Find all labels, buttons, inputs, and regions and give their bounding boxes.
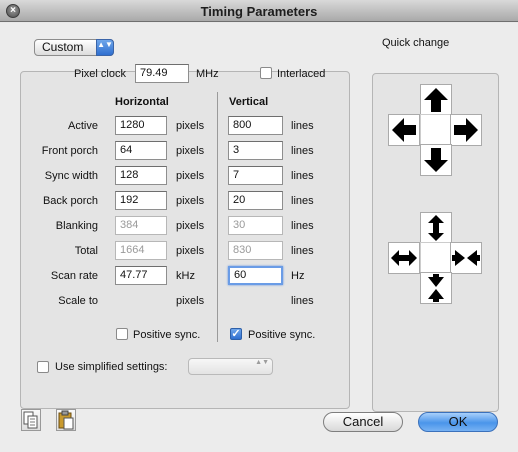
paste-icon xyxy=(58,410,74,430)
copy-icon xyxy=(23,411,38,429)
h-unit-label: kHz xyxy=(176,270,195,282)
popup-arrows-icon: ▲▼ xyxy=(96,39,114,56)
cancel-button[interactable]: Cancel xyxy=(323,412,403,432)
shrink-vertical-button[interactable] xyxy=(420,272,452,304)
v-value-field[interactable]: 20 xyxy=(228,191,283,210)
h-value-field: 384 xyxy=(115,216,167,235)
paste-button[interactable] xyxy=(56,409,76,431)
window-title: Timing Parameters xyxy=(200,4,318,19)
copy-button[interactable] xyxy=(21,409,41,431)
arrow-right-icon xyxy=(454,118,478,142)
h-positive-sync-label: Positive sync. xyxy=(133,329,201,341)
v-value-field[interactable]: 3 xyxy=(228,141,283,160)
h-value-field[interactable]: 1280 xyxy=(115,116,167,135)
v-unit-label: lines xyxy=(291,145,314,157)
h-unit-label: pixels xyxy=(176,295,205,307)
h-value-field[interactable]: 128 xyxy=(115,166,167,185)
interlaced-checkbox[interactable] xyxy=(260,67,272,79)
v-value-field: 30 xyxy=(228,216,283,235)
h-unit-label: pixels xyxy=(176,145,205,157)
expand-horizontal-icon xyxy=(391,250,417,266)
v-unit-label: lines xyxy=(291,220,314,232)
v-value-field[interactable]: 60 xyxy=(228,266,283,285)
v-positive-sync-label: Positive sync. xyxy=(248,329,316,341)
horizontal-header: Horizontal xyxy=(115,96,169,108)
pixel-clock-field[interactable]: 79.49 xyxy=(135,64,189,83)
shift-right-button[interactable] xyxy=(450,114,482,146)
shrink-horizontal-icon xyxy=(452,250,480,266)
h-value-field: 1664 xyxy=(115,241,167,260)
simplified-popup[interactable]: ▲▼ xyxy=(188,358,273,375)
arrow-down-icon xyxy=(424,148,448,172)
h-value-field[interactable]: 64 xyxy=(115,141,167,160)
expand-vertical-icon xyxy=(428,215,444,241)
vertical-header: Vertical xyxy=(229,96,269,108)
h-value-field[interactable]: 47.77 xyxy=(115,266,167,285)
row-label: Scale to xyxy=(58,295,98,307)
shrink-horizontal-button[interactable] xyxy=(450,242,482,274)
expand-horizontal-button[interactable] xyxy=(388,242,420,274)
row-label: Blanking xyxy=(55,220,98,232)
title-bar: × Timing Parameters xyxy=(0,0,518,22)
v-value-field: 830 xyxy=(228,241,283,260)
shift-center xyxy=(420,114,452,146)
simplified-checkbox[interactable] xyxy=(37,361,49,373)
arrow-left-icon xyxy=(392,118,416,142)
quick-change-label: Quick change xyxy=(382,37,450,49)
popup-arrows-icon: ▲▼ xyxy=(255,359,269,366)
h-unit-label: pixels xyxy=(176,170,205,182)
v-unit-label: Hz xyxy=(291,270,305,282)
preset-popup[interactable]: Custom ▲▼ xyxy=(34,39,114,56)
shift-up-button[interactable] xyxy=(420,84,452,116)
interlaced-label: Interlaced xyxy=(277,68,326,80)
row-label: Scan rate xyxy=(50,270,98,282)
v-positive-sync-checkbox[interactable]: ✓ xyxy=(230,328,242,340)
row-label: Total xyxy=(74,245,98,257)
ok-button[interactable]: OK xyxy=(418,412,498,432)
v-unit-label: lines xyxy=(291,245,314,257)
h-unit-label: pixels xyxy=(176,195,205,207)
row-label: Sync width xyxy=(44,170,98,182)
shrink-vertical-icon xyxy=(428,274,444,302)
expand-vertical-button[interactable] xyxy=(420,212,452,244)
h-positive-sync-checkbox[interactable] xyxy=(116,328,128,340)
arrow-up-icon xyxy=(424,88,448,112)
h-unit-label: pixels xyxy=(176,245,205,257)
v-value-field[interactable]: 7 xyxy=(228,166,283,185)
row-label: Active xyxy=(68,120,98,132)
v-unit-label: lines xyxy=(291,170,314,182)
row-label: Front porch xyxy=(41,145,98,157)
h-value-field[interactable]: 192 xyxy=(115,191,167,210)
pixel-clock-label: Pixel clock xyxy=(74,68,126,80)
preset-value: Custom xyxy=(42,40,84,54)
pixel-clock-unit: MHz xyxy=(196,68,219,80)
column-divider xyxy=(217,92,218,342)
h-unit-label: pixels xyxy=(176,120,205,132)
h-unit-label: pixels xyxy=(176,220,205,232)
v-unit-label: lines xyxy=(291,120,314,132)
shift-left-button[interactable] xyxy=(388,114,420,146)
row-label: Back porch xyxy=(42,195,98,207)
v-unit-label: lines xyxy=(291,195,314,207)
resize-center xyxy=(420,242,452,274)
v-value-field[interactable]: 800 xyxy=(228,116,283,135)
simplified-label: Use simplified settings: xyxy=(55,361,168,373)
shift-down-button[interactable] xyxy=(420,144,452,176)
v-unit-label: lines xyxy=(291,295,314,307)
